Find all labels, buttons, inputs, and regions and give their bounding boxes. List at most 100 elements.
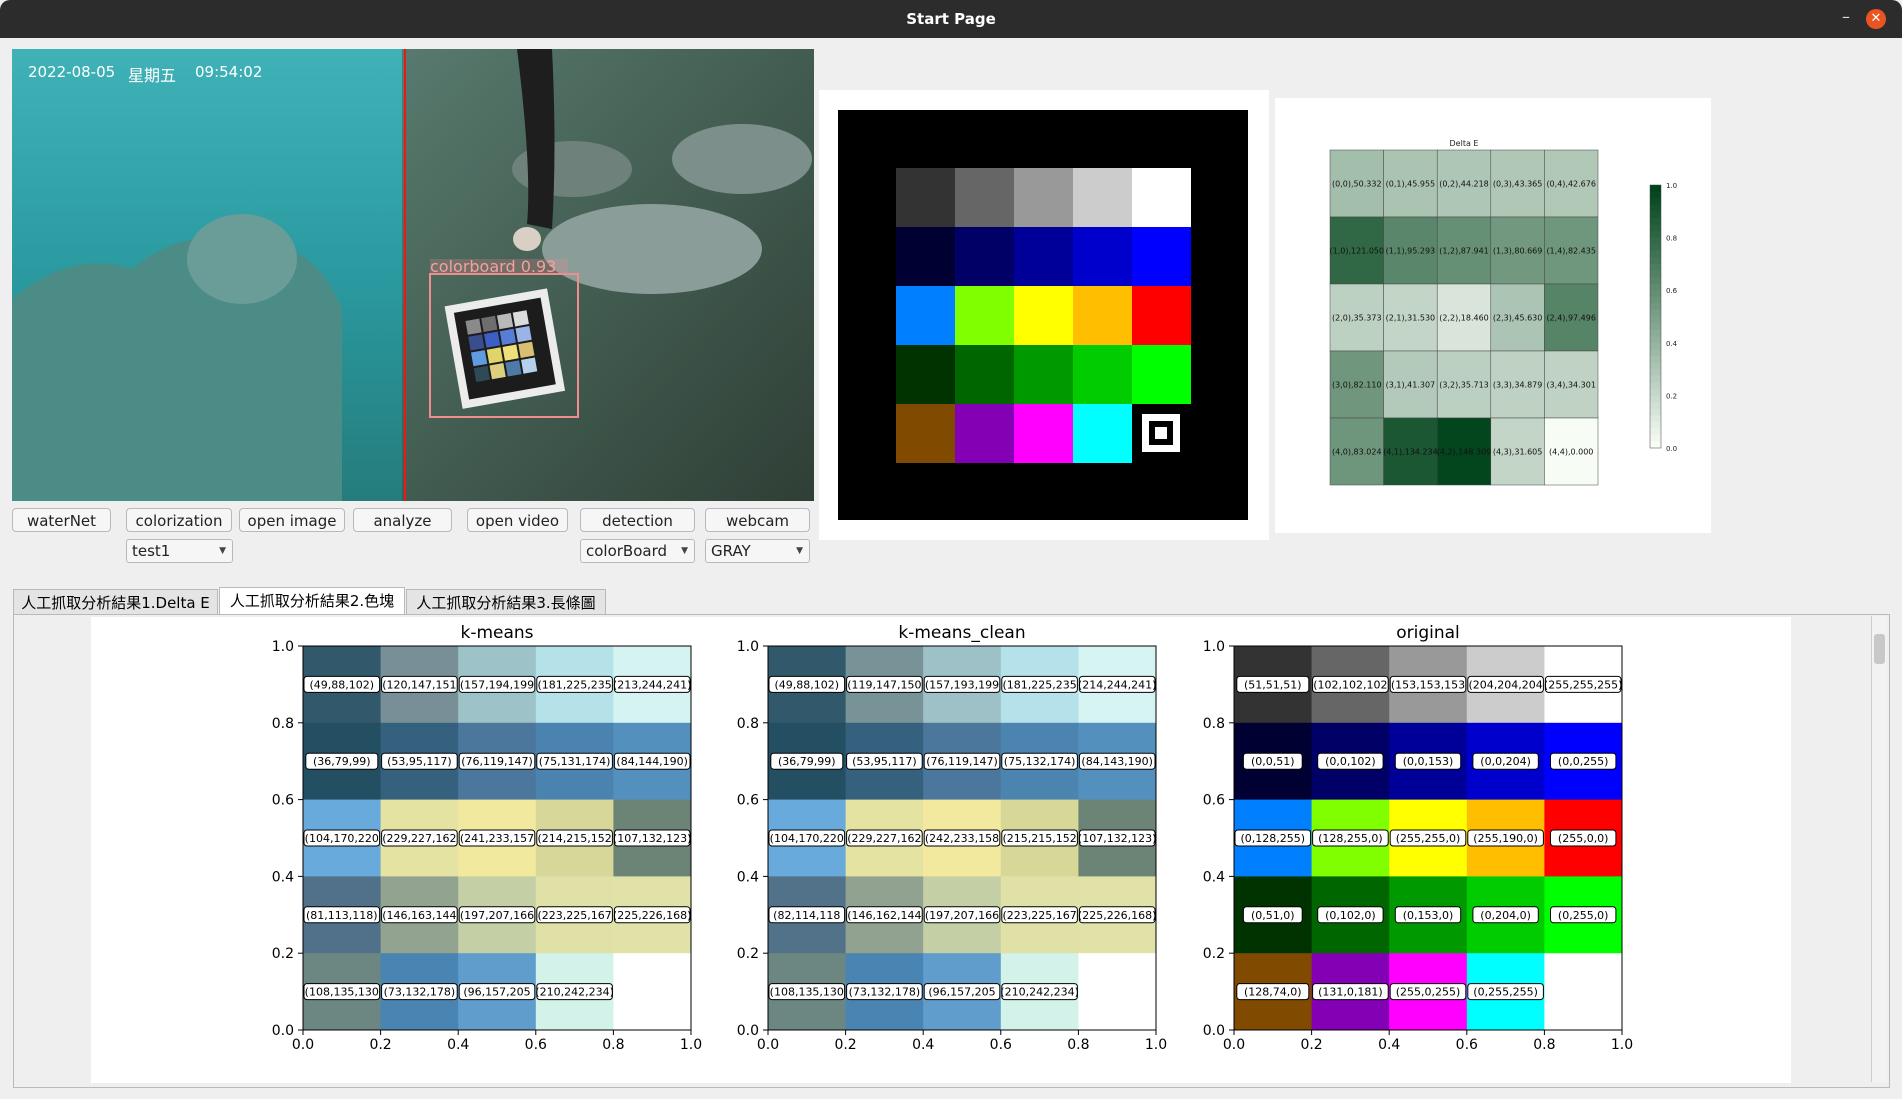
- board-patch: [1132, 168, 1191, 227]
- block-label: (181,225,235: [537, 678, 611, 691]
- colorbar-tick-label: 0.8: [1666, 235, 1677, 243]
- block-label: (241,233,157: [460, 832, 534, 845]
- block-label: (81,113,118): [306, 909, 378, 922]
- block-label: (157,193,199: [925, 678, 999, 691]
- block-label: (128,74,0): [1244, 986, 1302, 999]
- block-label: (197,207,166: [925, 909, 999, 922]
- colorbar-segment: [1650, 441, 1661, 449]
- block-label: (84,144,190): [616, 755, 688, 768]
- board-patch: [1132, 227, 1191, 286]
- colorbar-tick-label: 1.0: [1666, 182, 1677, 190]
- y-tick-label: 0.8: [1203, 716, 1225, 732]
- block-label: (210,242,234): [535, 986, 614, 999]
- target-select[interactable]: colorBoard ▼: [580, 539, 695, 563]
- block-label: (102,102,102: [1313, 678, 1387, 691]
- colorbar-segment: [1650, 211, 1661, 219]
- x-tick-label: 0.2: [834, 1037, 856, 1053]
- block-label: (131,0,181): [1318, 986, 1383, 999]
- model-select[interactable]: test1 ▼: [126, 539, 233, 563]
- delta-e-cell-label: (1,0),121.050: [1330, 247, 1385, 256]
- board-patch: [896, 168, 955, 227]
- tab-color-blocks[interactable]: 人工抓取分析結果2.色塊: [219, 587, 405, 615]
- block-label: (229,227,162: [382, 832, 456, 845]
- colorbar-tick-label: 0.0: [1666, 445, 1677, 453]
- chart-title: original: [1396, 623, 1460, 643]
- close-button[interactable]: ✕: [1866, 9, 1886, 29]
- mode-select[interactable]: GRAY ▼: [705, 539, 810, 563]
- colorboard-image: [838, 110, 1248, 520]
- chevron-down-icon: ▼: [219, 546, 226, 556]
- board-patch: [1073, 404, 1132, 463]
- delta-e-chart: (0,0),50.332 (0,1),45.955 (0,2),44.218 (0,3…: [1330, 149, 1678, 486]
- open-video-button[interactable]: open video: [467, 508, 568, 532]
- colorbar-segment: [1650, 401, 1661, 410]
- tab-delta-e[interactable]: 人工抓取分析結果1.Delta E: [13, 589, 218, 615]
- colorbar-segment: [1650, 270, 1661, 278]
- y-tick-label: 0.2: [1203, 946, 1225, 962]
- colorbar-segment: [1650, 342, 1661, 350]
- block-label: (119,147,150: [847, 678, 921, 691]
- colorbar-segment: [1650, 428, 1661, 436]
- colorbar-segment: [1650, 224, 1661, 232]
- board-marker-center: [1155, 427, 1167, 439]
- block-label: (51,51,51): [1244, 678, 1302, 691]
- tab-bar-chart[interactable]: 人工抓取分析結果3.長條圖: [406, 589, 606, 615]
- delta-e-cell-label: (2,4),97.496: [1546, 314, 1596, 323]
- delta-e-panel: Delta E (0,0),50.332 (0,1),45.955 (0,2),44…: [1275, 98, 1711, 533]
- block-label: (214,215,152: [537, 832, 611, 845]
- chart-title: k-means: [460, 623, 533, 643]
- delta-e-cell-label: (3,0),82.110: [1332, 381, 1382, 390]
- block-label: (107,132,123): [1078, 832, 1157, 845]
- block-label: (0,153,0): [1403, 909, 1454, 922]
- block-label: (0,204,0): [1480, 909, 1531, 922]
- delta-e-cell-label: (3,1),41.307: [1386, 381, 1436, 390]
- open-image-button[interactable]: open image: [239, 508, 345, 532]
- board-patch: [896, 345, 955, 404]
- webcam-button[interactable]: webcam: [705, 508, 810, 532]
- colorbar-segment: [1650, 316, 1661, 324]
- colorbar-segment: [1650, 204, 1661, 212]
- colorbar-segment: [1650, 244, 1661, 252]
- block-label: (82,114,118: [773, 909, 840, 922]
- block-label: (96,157,205: [928, 986, 995, 999]
- board-patch: [1132, 345, 1191, 404]
- delta-e-cell-label: (0,4),42.676: [1546, 180, 1596, 189]
- block-label: (107,132,123): [613, 832, 692, 845]
- minimize-button[interactable]: –: [1842, 7, 1850, 26]
- color-block: [1078, 991, 1157, 1031]
- board-patch: [955, 227, 1014, 286]
- block-label: (53,95,117): [387, 755, 452, 768]
- colorbar-segment: [1650, 388, 1661, 396]
- colorbar-segment: [1650, 296, 1661, 304]
- vertical-scrollbar[interactable]: [1871, 616, 1887, 1082]
- video-view: 2022-08-05 星期五 09:54:02 colorboard 0.93: [12, 49, 814, 501]
- block-label: (108,135,130: [305, 986, 379, 999]
- y-tick-label: 0.4: [272, 869, 294, 885]
- block-label: (0,128,255): [1241, 832, 1306, 845]
- x-tick-label: 0.8: [602, 1037, 624, 1053]
- x-tick-label: 0.6: [1456, 1037, 1478, 1053]
- y-tick-label: 0.0: [272, 1023, 294, 1039]
- x-tick-label: 0.6: [990, 1037, 1012, 1053]
- waternet-button[interactable]: waterNet: [12, 508, 111, 532]
- colorbar-segment: [1650, 263, 1661, 271]
- mode-select-value: GRAY: [711, 542, 751, 560]
- colorization-button[interactable]: colorization: [126, 508, 232, 532]
- block-label: (204,204,204: [1468, 678, 1542, 691]
- block-label: (96,157,205: [463, 986, 530, 999]
- detection-button[interactable]: detection: [580, 508, 695, 532]
- colorbar-segment: [1650, 349, 1661, 357]
- colorbar-segment: [1650, 231, 1661, 239]
- scrollbar-thumb[interactable]: [1874, 634, 1885, 664]
- block-label: (0,0,204): [1480, 755, 1531, 768]
- y-tick-label: 0.4: [737, 869, 759, 885]
- analyze-button[interactable]: analyze: [353, 508, 452, 532]
- block-label: (104,170,220: [305, 832, 379, 845]
- x-tick-label: 0.2: [369, 1037, 391, 1053]
- board-patch: [896, 286, 955, 345]
- colorbar-segment: [1650, 421, 1661, 429]
- block-label: (223,225,167: [537, 909, 611, 922]
- block-label: (0,0,102): [1325, 755, 1376, 768]
- block-label: (223,225,167: [1002, 909, 1076, 922]
- block-label: (0,255,0): [1558, 909, 1609, 922]
